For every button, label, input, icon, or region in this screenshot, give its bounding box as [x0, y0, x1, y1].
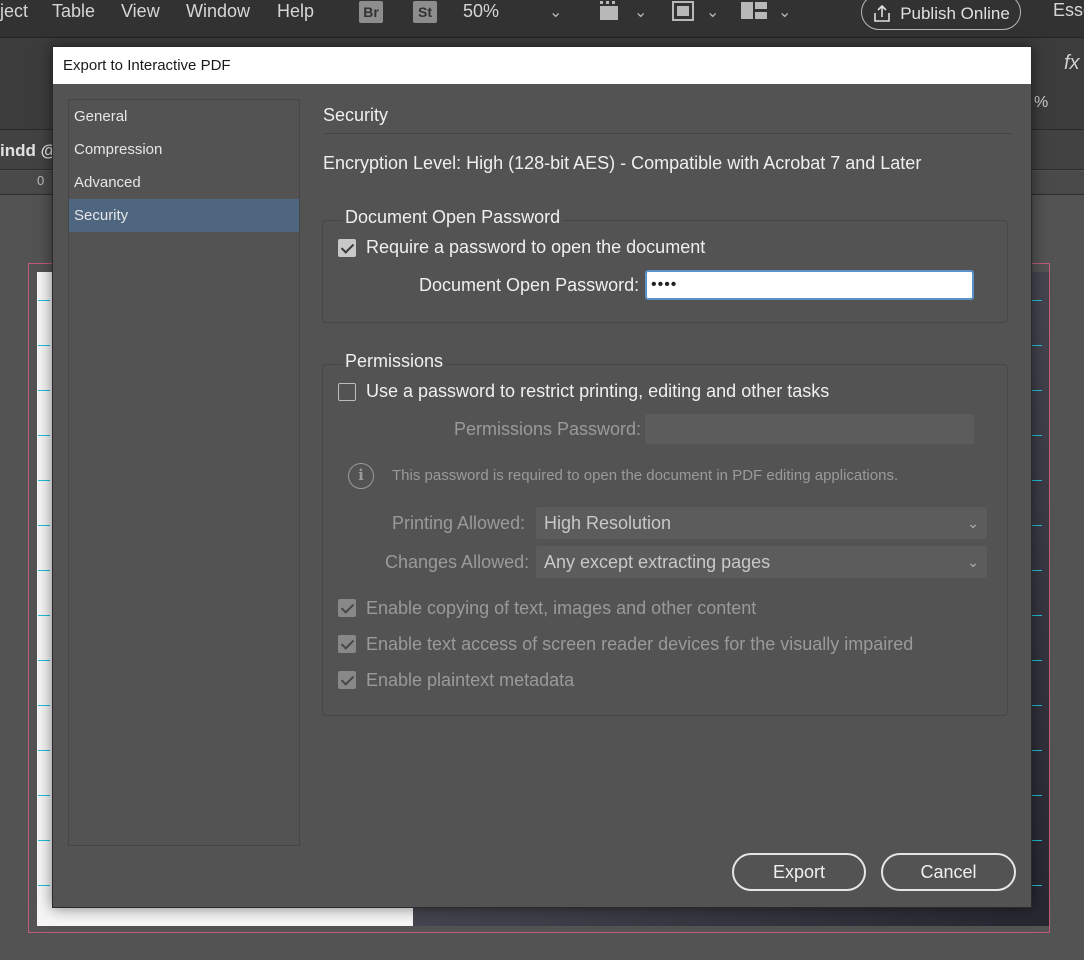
enable-screen-reader-label: Enable text access of screen reader devi… — [366, 634, 914, 654]
guide-line — [38, 435, 50, 436]
guide-line — [38, 795, 50, 796]
guide-line — [38, 390, 50, 391]
bridge-icon[interactable]: Br — [359, 1, 383, 23]
category-advanced[interactable]: Advanced — [69, 166, 299, 199]
restrict-password-label: Use a password to restrict printing, edi… — [366, 381, 830, 401]
percent-label: % — [1034, 94, 1049, 111]
info-icon: i — [348, 463, 374, 489]
document-open-password-field[interactable]: •••• — [645, 270, 974, 300]
zoom-chevron-down-icon[interactable]: ⌄ — [549, 2, 562, 22]
export-button[interactable]: Export — [732, 853, 866, 891]
view-options-icon[interactable] — [670, 0, 696, 27]
publish-online-button[interactable]: Publish Online — [861, 0, 1021, 30]
document-open-password-group-title: Document Open Password — [343, 207, 563, 228]
section-title: Security — [323, 105, 389, 125]
permissions-group-title: Permissions — [343, 351, 446, 372]
printing-allowed-value: High Resolution — [544, 513, 672, 533]
enable-screen-reader-checkbox[interactable] — [338, 635, 356, 653]
chevron-down-icon: ⌄ — [967, 515, 979, 531]
arrange-chevron-icon[interactable]: ⌄ — [778, 2, 791, 22]
menu-window[interactable]: Window — [186, 1, 250, 22]
printing-allowed-select[interactable]: High Resolution ⌄ — [536, 507, 987, 539]
printing-allowed-label: Printing Allowed: — [392, 513, 526, 533]
category-general[interactable]: General — [69, 100, 299, 133]
guide-line — [38, 885, 50, 886]
export-interactive-pdf-dialog: Export to Interactive PDF General Compre… — [52, 46, 1032, 908]
permissions-info-text: This password is required to open the do… — [392, 467, 899, 484]
guide-line — [38, 660, 50, 661]
guide-line — [38, 300, 50, 301]
publish-online-label: Publish Online — [900, 4, 1010, 23]
changes-allowed-select[interactable]: Any except extracting pages ⌄ — [536, 546, 987, 578]
cancel-button[interactable]: Cancel — [881, 853, 1016, 891]
chevron-down-icon: ⌄ — [967, 554, 979, 570]
permissions-password-label: Permissions Password: — [454, 419, 642, 439]
dialog-title: Export to Interactive PDF — [53, 47, 1031, 84]
enable-copying-checkbox[interactable] — [338, 599, 356, 617]
stock-icon[interactable]: St — [413, 1, 437, 23]
zoom-level[interactable]: 50% — [463, 1, 499, 22]
enable-plaintext-metadata-checkbox[interactable] — [338, 671, 356, 689]
enable-plaintext-metadata-label: Enable plaintext metadata — [366, 670, 575, 690]
require-password-label: Require a password to open the document — [366, 237, 706, 257]
document-tab[interactable]: indd @ — [0, 141, 57, 161]
category-list: General Compression Advanced Security — [68, 99, 300, 846]
enable-copying-label: Enable copying of text, images and other… — [366, 598, 757, 618]
guide-line — [38, 480, 50, 481]
workspace-switcher[interactable]: Esse — [1053, 0, 1084, 21]
guide-line — [38, 705, 50, 706]
fx-icon[interactable]: fx — [1064, 52, 1080, 75]
permissions-password-field[interactable] — [645, 414, 974, 444]
document-open-password-label: Document Open Password: — [419, 275, 640, 295]
guide-line — [38, 615, 50, 616]
restrict-password-checkbox[interactable] — [338, 383, 356, 401]
menu-table[interactable]: Table — [52, 1, 95, 22]
screen-mode-chevron-icon[interactable]: ⌄ — [634, 2, 647, 22]
category-security[interactable]: Security — [69, 199, 299, 232]
guide-line — [38, 570, 50, 571]
guide-line — [38, 750, 50, 751]
menu-bar: ject Table View Window Help Br St 50% ⌄ … — [0, 0, 1084, 38]
guide-line — [38, 525, 50, 526]
guide-line — [38, 345, 50, 346]
changes-allowed-label: Changes Allowed: — [385, 552, 530, 572]
arrange-documents-icon[interactable] — [740, 0, 768, 27]
menu-view[interactable]: View — [121, 1, 160, 22]
share-icon — [874, 5, 890, 22]
require-password-checkbox[interactable] — [338, 239, 356, 257]
encryption-level: Encryption Level: High (128-bit AES) - C… — [323, 153, 922, 173]
screen-mode-icon[interactable] — [598, 0, 624, 27]
ruler-zero-label: 0 — [37, 173, 45, 188]
view-options-chevron-icon[interactable]: ⌄ — [706, 2, 719, 22]
category-compression[interactable]: Compression — [69, 133, 299, 166]
guide-line — [38, 840, 50, 841]
menu-help[interactable]: Help — [277, 1, 314, 22]
changes-allowed-value: Any except extracting pages — [544, 552, 771, 572]
section-divider — [323, 133, 1013, 134]
menu-object[interactable]: ject — [0, 1, 28, 22]
